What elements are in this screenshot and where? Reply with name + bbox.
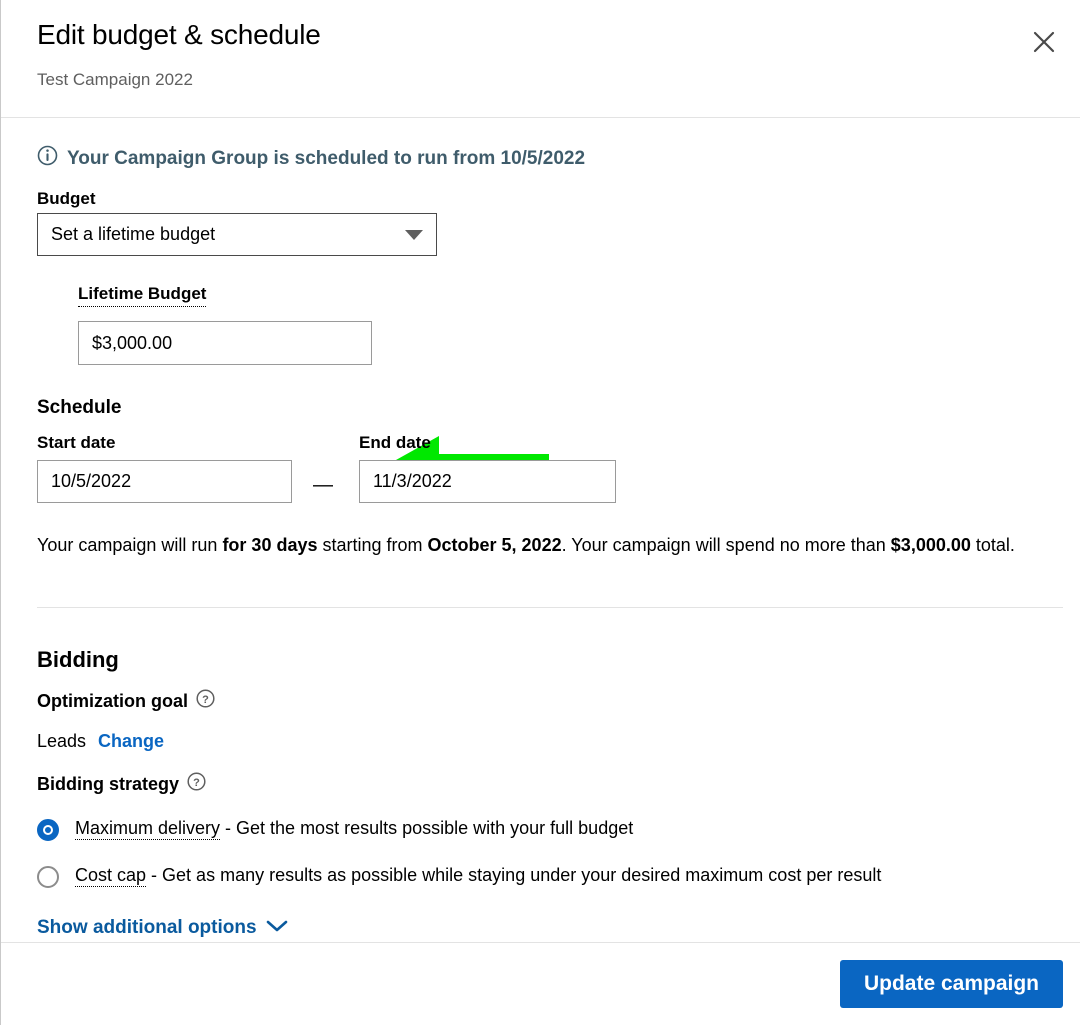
svg-text:?: ? <box>202 694 209 706</box>
edit-budget-schedule-modal: Edit budget & schedule Test Campaign 202… <box>0 0 1080 1025</box>
bidding-option-description: - Get the most results possible with you… <box>220 818 633 838</box>
bidding-option-maximum-delivery[interactable]: Maximum delivery - Get the most results … <box>37 817 633 841</box>
close-icon <box>1031 29 1057 55</box>
question-circle-icon[interactable]: ? <box>187 772 206 796</box>
start-date-input[interactable] <box>37 460 292 503</box>
bidding-option-term: Maximum delivery <box>75 818 220 840</box>
summary-part-4: total. <box>971 535 1015 555</box>
end-date-label: End date <box>359 433 431 453</box>
summary-part-1: Your campaign will run <box>37 535 222 555</box>
bidding-section-label: Bidding <box>37 647 119 673</box>
modal-body: Your Campaign Group is scheduled to run … <box>1 119 1080 942</box>
modal-header: Edit budget & schedule Test Campaign 202… <box>1 0 1080 118</box>
budget-type-select[interactable]: Set a lifetime budget <box>37 213 437 256</box>
modal-footer: Update campaign <box>1 942 1080 1025</box>
show-additional-options-toggle[interactable]: Show additional options <box>37 917 288 939</box>
summary-part-3: . Your campaign will spend no more than <box>562 535 891 555</box>
lifetime-budget-input-wrapper <box>78 321 372 365</box>
page-title: Edit budget & schedule <box>37 18 321 52</box>
bidding-option-cost-cap[interactable]: Cost cap - Get as many results as possib… <box>37 864 881 888</box>
summary-duration: for 30 days <box>222 535 317 555</box>
start-date-input-wrapper <box>37 460 292 503</box>
chevron-down-icon <box>266 917 288 939</box>
info-circle-icon <box>37 145 58 172</box>
end-date-input-wrapper <box>359 460 616 503</box>
summary-total-amount: $3,000.00 <box>891 535 971 555</box>
bidding-option-description: - Get as many results as possible while … <box>146 865 881 885</box>
bidding-strategy-label: Bidding strategy <box>37 774 179 795</box>
bidding-option-text: Maximum delivery - Get the most results … <box>75 817 633 840</box>
schedule-section-label: Schedule <box>37 397 121 419</box>
show-additional-options-label: Show additional options <box>37 917 257 939</box>
budget-type-select-wrapper: Set a lifetime budget <box>37 213 437 256</box>
optimization-goal-label-row: Optimization goal ? <box>37 689 215 713</box>
budget-section-label: Budget <box>37 189 96 209</box>
svg-text:?: ? <box>193 777 200 789</box>
update-campaign-button[interactable]: Update campaign <box>840 960 1063 1008</box>
optimization-goal-value-row: Leads Change <box>37 731 164 752</box>
change-optimization-goal-link[interactable]: Change <box>98 731 164 752</box>
section-divider <box>37 607 1063 608</box>
bidding-option-term: Cost cap <box>75 865 146 887</box>
bidding-strategy-label-row: Bidding strategy ? <box>37 772 206 796</box>
optimization-goal-value: Leads <box>37 731 86 752</box>
lifetime-budget-label: Lifetime Budget <box>78 284 206 307</box>
bidding-option-text: Cost cap - Get as many results as possib… <box>75 864 881 887</box>
campaign-run-summary: Your campaign will run for 30 days start… <box>37 531 1051 561</box>
date-range-dash: — <box>313 474 333 497</box>
end-date-input[interactable] <box>359 460 616 503</box>
close-button[interactable] <box>1024 22 1064 62</box>
optimization-goal-label: Optimization goal <box>37 691 188 712</box>
budget-type-selected-value: Set a lifetime budget <box>51 224 215 245</box>
schedule-info-banner: Your Campaign Group is scheduled to run … <box>37 145 585 172</box>
start-date-label: Start date <box>37 433 115 453</box>
summary-start-date: October 5, 2022 <box>428 535 562 555</box>
question-circle-icon[interactable]: ? <box>196 689 215 713</box>
radio-button-unselected[interactable] <box>37 866 59 888</box>
lifetime-budget-input[interactable] <box>78 321 372 365</box>
campaign-name-subtitle: Test Campaign 2022 <box>37 70 193 90</box>
summary-part-2: starting from <box>317 535 427 555</box>
radio-button-selected[interactable] <box>37 819 59 841</box>
schedule-info-text: Your Campaign Group is scheduled to run … <box>67 148 585 170</box>
